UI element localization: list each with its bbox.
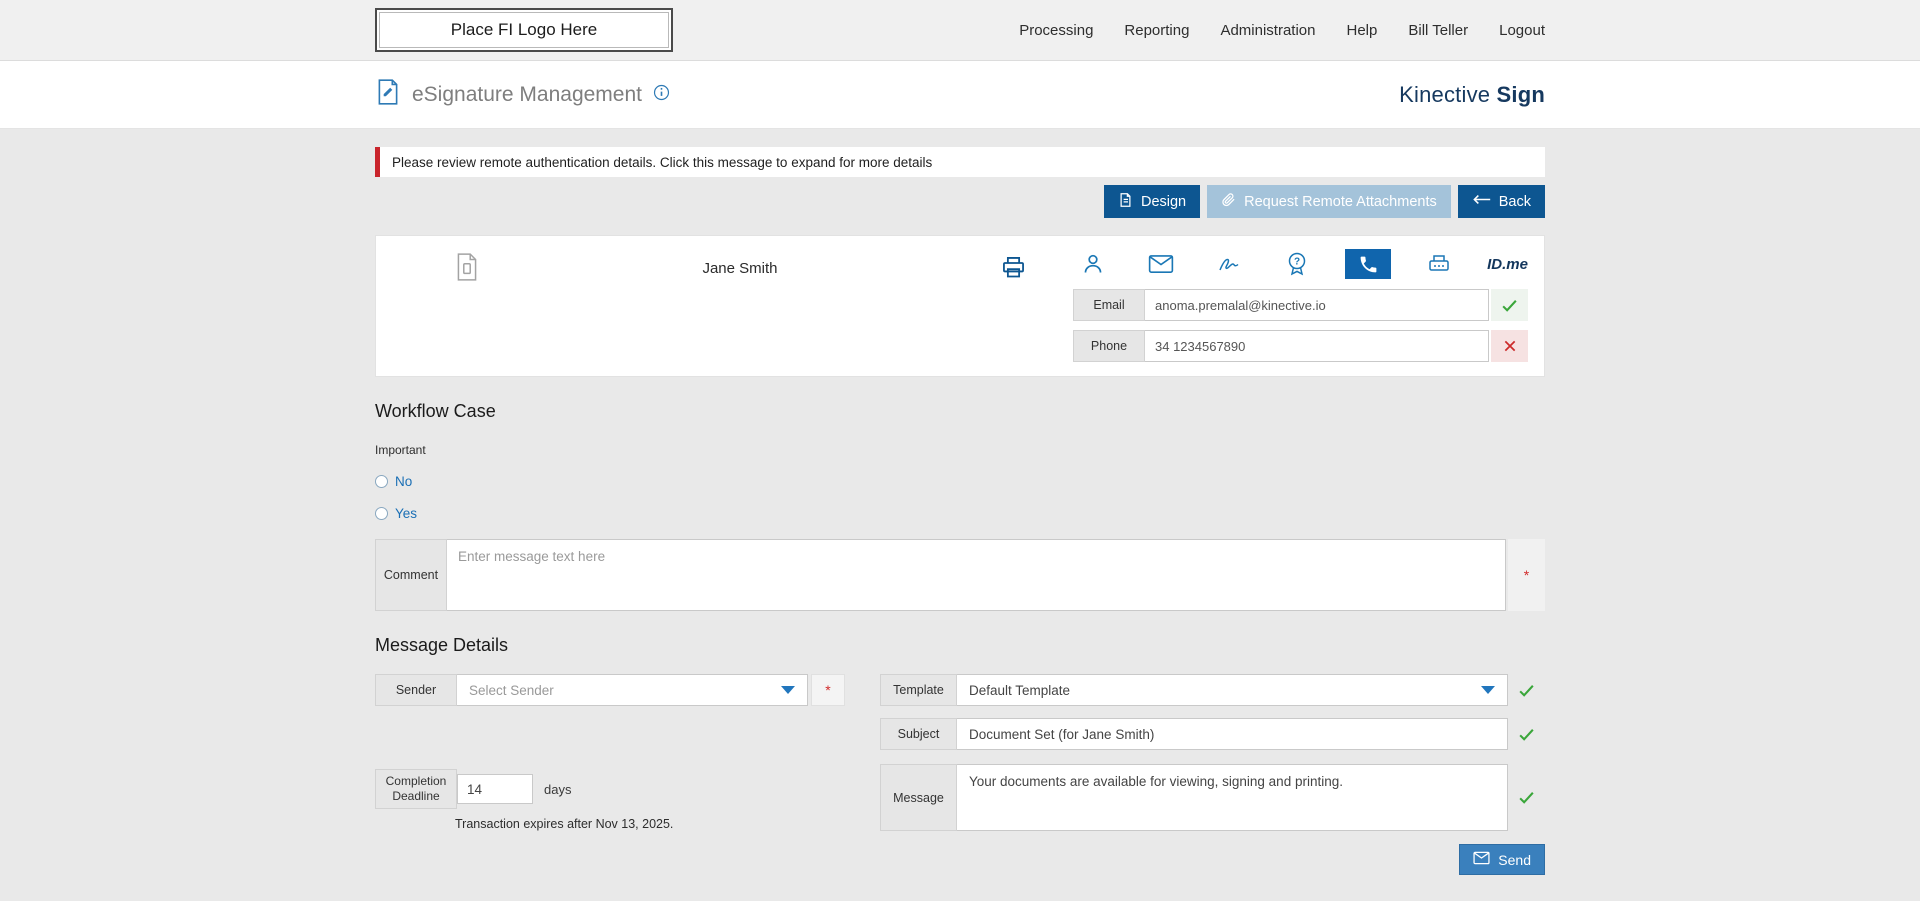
sender-label: Sender [375,674,457,706]
phone-input[interactable] [1145,330,1489,362]
nav-item-logout[interactable]: Logout [1499,22,1545,39]
comment-row: Comment * [375,539,1545,611]
action-toolbar: Design Request Remote Attachments Back [375,185,1545,218]
nav-item-processing[interactable]: Processing [1019,22,1093,39]
send-button[interactable]: Send [1459,844,1545,875]
recipient-panel: Jane Smith [375,235,1545,377]
radio-icon [375,507,388,520]
page-header: eSignature Management Kinective Sign [0,61,1920,129]
check-icon [1517,725,1536,744]
comment-label: Comment [375,539,447,611]
main-nav: Processing Reporting Administration Help… [1019,22,1545,39]
sender-placeholder: Select Sender [469,683,554,698]
check-icon [1517,681,1536,700]
comment-required-indicator: * [1508,539,1545,611]
subject-valid-indicator [1508,718,1545,750]
template-select[interactable]: Default Template [957,674,1508,706]
send-envelope-icon [1473,851,1490,868]
email-auth-icon[interactable] [1141,249,1181,279]
recipient-name: Jane Smith [480,252,1000,277]
phone-label: Phone [1073,330,1145,362]
fi-logo-text: Place FI Logo Here [451,20,597,40]
email-label: Email [1073,289,1145,321]
email-input[interactable] [1145,289,1489,321]
email-valid-indicator [1491,289,1528,321]
template-value: Default Template [969,683,1070,698]
check-icon [1517,788,1536,807]
completion-deadline-label: Completion Deadline [375,769,457,809]
brand-regular: Kinective [1399,82,1490,107]
nav-item-reporting[interactable]: Reporting [1124,22,1189,39]
brand-logo: Kinective Sign [1399,82,1545,108]
days-label: days [544,782,571,797]
workflow-case-heading: Workflow Case [375,401,1545,422]
phone-row: Phone [1073,330,1528,362]
sender-required-indicator: * [811,674,845,706]
auth-review-alert[interactable]: Please review remote authentication deta… [375,147,1545,177]
printer-icon[interactable] [1000,252,1027,286]
message-textarea[interactable]: Your documents are available for viewing… [957,764,1508,831]
fax-icon[interactable] [1419,249,1459,279]
template-valid-indicator [1508,674,1545,706]
important-label: Important [375,443,1545,457]
paperclip-icon [1221,192,1236,211]
completion-deadline-input[interactable] [457,774,533,804]
radio-icon [375,475,388,488]
in-person-user-icon[interactable] [1073,249,1113,279]
idme-logo[interactable]: ID.me [1487,249,1528,279]
auth-method-strip: ? ID.me [1073,248,1528,280]
back-button[interactable]: Back [1458,185,1545,218]
info-icon[interactable] [653,84,670,106]
phone-auth-icon[interactable] [1345,249,1391,279]
completion-deadline-row: Completion Deadline days [375,769,845,809]
chevron-down-icon [781,686,795,694]
back-arrow-icon [1472,193,1491,210]
message-valid-indicator [1508,764,1545,831]
important-option-yes[interactable]: Yes [375,506,417,521]
request-remote-attachments-button[interactable]: Request Remote Attachments [1207,185,1451,218]
top-bar: Place FI Logo Here Processing Reporting … [0,0,1920,61]
chevron-down-icon [1481,686,1495,694]
nav-item-help[interactable]: Help [1347,22,1378,39]
subject-label: Subject [880,718,957,750]
alert-message: Please review remote authentication deta… [392,155,932,170]
signature-icon[interactable] [1209,249,1249,279]
nav-item-user[interactable]: Bill Teller [1408,22,1468,39]
design-doc-icon [1118,192,1133,212]
document-placeholder-icon[interactable] [454,252,480,287]
nav-item-administration[interactable]: Administration [1220,22,1315,39]
message-label: Message [880,764,957,831]
x-icon [1502,338,1518,354]
check-icon [1500,296,1519,315]
question-badge-icon[interactable]: ? [1277,249,1317,279]
comment-textarea[interactable] [447,539,1506,611]
message-row: Message Your documents are available for… [880,764,1545,831]
expiry-note: Transaction expires after Nov 13, 2025. [455,817,845,831]
design-button[interactable]: Design [1104,185,1200,218]
subject-row: Subject [880,718,1545,750]
page-title: eSignature Management [412,83,642,107]
sender-row: Sender Select Sender * [375,674,845,706]
esignature-doc-icon [375,78,401,111]
fi-logo-placeholder: Place FI Logo Here [375,8,673,52]
template-row: Template Default Template [880,674,1545,706]
template-label: Template [880,674,957,706]
email-row: Email [1073,289,1528,321]
phone-invalid-indicator [1491,330,1528,362]
sender-select[interactable]: Select Sender [457,674,808,706]
important-option-no[interactable]: No [375,474,412,489]
svg-text:?: ? [1294,257,1300,268]
subject-input[interactable] [957,718,1508,750]
message-details-heading: Message Details [375,635,1545,656]
brand-bold: Sign [1497,82,1545,107]
